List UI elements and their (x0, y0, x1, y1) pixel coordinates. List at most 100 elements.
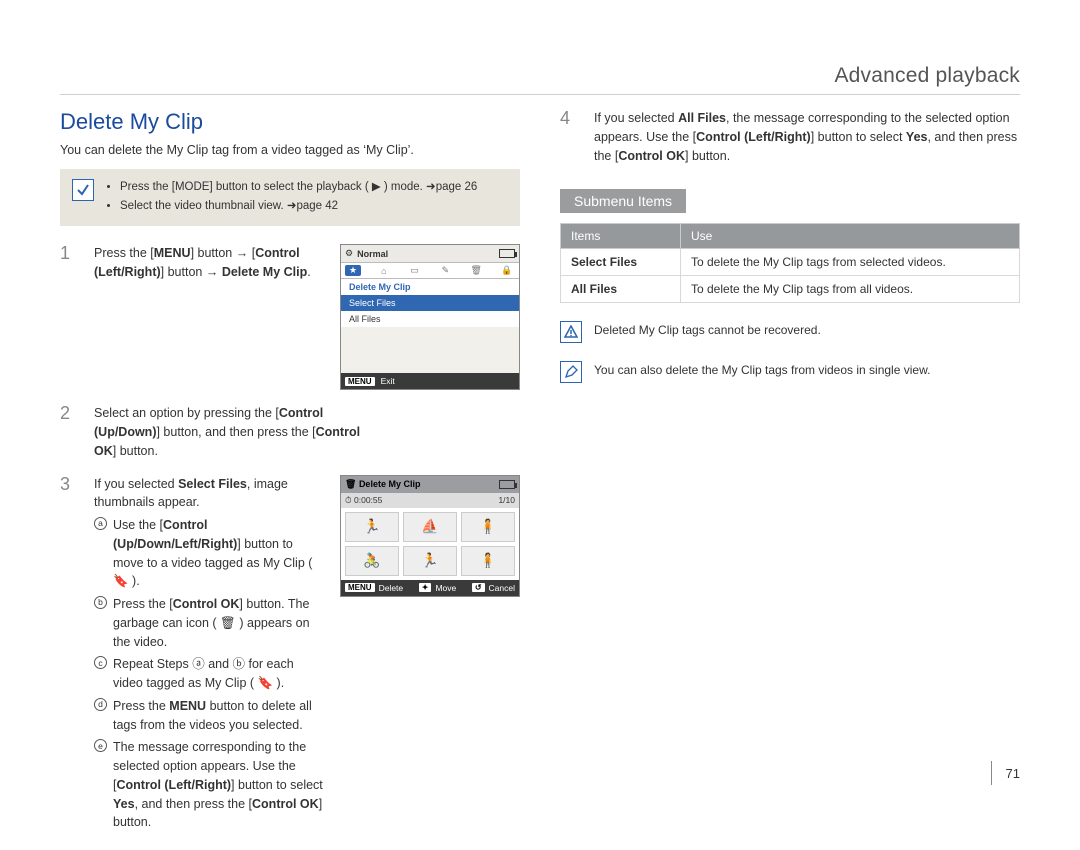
note-item: Press the [MODE] button to select the pl… (120, 179, 477, 196)
t: ] button. (685, 149, 730, 163)
t: All Files (678, 111, 726, 125)
substep: dPress the MENU button to delete all tag… (94, 697, 324, 735)
battery-icon (499, 480, 515, 489)
step-number: 2 (60, 404, 78, 422)
t: Yes (113, 797, 135, 811)
step-1: 1 Press the [MENU] button → [Control (Le… (60, 244, 520, 390)
step-body: If you selected All Files, the message c… (594, 109, 1020, 165)
circ-letter: a (94, 517, 107, 530)
table-cell-key: All Files (561, 276, 681, 303)
gear-icon: ⚙ (345, 248, 353, 259)
table-cell-key: Select Files (561, 249, 681, 276)
step-body: If you selected Select Files, image thum… (94, 475, 324, 837)
menu-tag: MENU (345, 377, 375, 386)
lcd-icon-row: ★ ⌂ ▭ ✎ 🗑 🔒 (341, 263, 519, 279)
t: MENU (154, 246, 191, 260)
btn-tag: ↺ (472, 583, 485, 592)
t: Select Files (178, 477, 247, 491)
t: Control (Left/Right) (116, 778, 231, 792)
t: ] button to select (231, 778, 323, 792)
lcd-menu-header: Delete My Clip (341, 279, 519, 295)
t: MENU (169, 699, 206, 713)
tip-text: You can also delete the My Clip tags fro… (594, 361, 930, 379)
t: Repeat Steps ⓐ and ⓑ for each video tagg… (113, 655, 324, 693)
t: ] button, and then press the [ (156, 425, 315, 439)
menu-bottom-label: Exit (381, 376, 395, 386)
submenu-table: Items Use Select Files To delete the My … (560, 223, 1020, 303)
left-column: Delete My Clip You can delete the My Cli… (60, 109, 520, 850)
battery-icon (499, 249, 515, 258)
substep-list: aUse the [Control (Up/Down/Left/Right)] … (94, 516, 324, 651)
thumb: 🏃 (345, 512, 399, 542)
t: ] button. (113, 444, 158, 458)
step-body: Select an option by pressing the [Contro… (94, 404, 374, 460)
section-title: Delete My Clip (60, 109, 520, 135)
pencil-note-icon (560, 361, 582, 383)
table-cell: To delete the My Clip tags from all vide… (681, 276, 1020, 303)
btn-tag: ✦ (419, 583, 432, 592)
tab-icon: 🗑 (468, 265, 484, 276)
btn-label: Move (435, 583, 456, 593)
table-header: Use (681, 224, 1020, 249)
thumb: 🧍 (461, 546, 515, 576)
substep: eThe message corresponding to the select… (94, 738, 324, 832)
t: , and then press the [ (135, 797, 252, 811)
lcd-menu-item-selected: Select Files (341, 295, 519, 311)
substep-list-wide: c Repeat Steps ⓐ and ⓑ for each video tag… (94, 655, 324, 832)
tab-icon: ▭ (407, 265, 423, 276)
t: ] button to select (811, 130, 906, 144)
step-number: 3 (60, 475, 78, 493)
submenu-heading: Submenu Items (560, 189, 686, 213)
lcd2-counter: 1/10 (498, 495, 515, 506)
t: Press the (113, 699, 169, 713)
t: Control OK (618, 149, 685, 163)
t: Press the [ (113, 597, 173, 611)
lcd-thumb-screenshot: 🗑 Delete My Clip ⏱ 0:00:55 1/10 🏃 ⛵ 🧍 🚴 … (340, 475, 520, 597)
page-rule (60, 94, 1020, 95)
t: If you selected (594, 111, 678, 125)
thumb: ⛵ (403, 512, 457, 542)
substep: c Repeat Steps ⓐ and ⓑ for each video tag… (94, 655, 324, 693)
t: ] button → (161, 265, 222, 279)
note-item: Select the video thumbnail view. ➜page 4… (120, 198, 477, 215)
lcd2-duration: 0:00:55 (354, 495, 382, 505)
tab-icon: ⌂ (376, 266, 392, 276)
lcd-menu-screenshot: ⚙ Normal ★ ⌂ ▭ ✎ 🗑 🔒 Delete My Clip Selec… (340, 244, 520, 390)
note-check-icon (72, 179, 94, 201)
t: Delete My Clip (222, 265, 307, 279)
page-header: Advanced playback (60, 64, 1020, 88)
substep: bPress the [Control OK] button. The garb… (94, 595, 324, 651)
step-number: 1 (60, 244, 78, 262)
note-box: Press the [MODE] button to select the pl… (60, 169, 520, 226)
t: Control OK (173, 597, 240, 611)
t: Control OK (252, 797, 319, 811)
note-list: Press the [MODE] button to select the pl… (106, 179, 477, 216)
warn-text: Deleted My Clip tags cannot be recovered… (594, 321, 821, 339)
circ-letter: d (94, 698, 107, 711)
btn-label: Delete (379, 583, 404, 593)
t: Select an option by pressing the [ (94, 406, 279, 420)
lcd-menu-item: All Files (341, 311, 519, 327)
t: Use the [ (113, 518, 163, 532)
circ-letter: c (94, 656, 107, 669)
table-row: All Files To delete the My Clip tags fro… (561, 276, 1020, 303)
t: . (307, 265, 310, 279)
table-cell: To delete the My Clip tags from selected… (681, 249, 1020, 276)
btn-label: Cancel (489, 583, 515, 593)
t: Press the [ (94, 246, 154, 260)
thumb: 🏃 (403, 546, 457, 576)
t: If you selected (94, 477, 178, 491)
table-header: Items (561, 224, 681, 249)
section-intro: You can delete the My Clip tag from a vi… (60, 141, 520, 159)
page-number: 71 (991, 761, 1020, 785)
tip-row: You can also delete the My Clip tags fro… (560, 361, 1020, 383)
step-number: 4 (560, 109, 578, 127)
lcd-title: Normal (357, 249, 388, 259)
step-3: 3 If you selected Select Files, image th… (60, 475, 520, 837)
btn-tag: MENU (345, 583, 375, 592)
tab-icon: 🔒 (499, 265, 515, 276)
step-4: 4 If you selected All Files, the message… (560, 109, 1020, 165)
tab-icon: ★ (345, 265, 361, 276)
thumb: 🚴 (345, 546, 399, 576)
tab-icon: ✎ (437, 265, 453, 276)
